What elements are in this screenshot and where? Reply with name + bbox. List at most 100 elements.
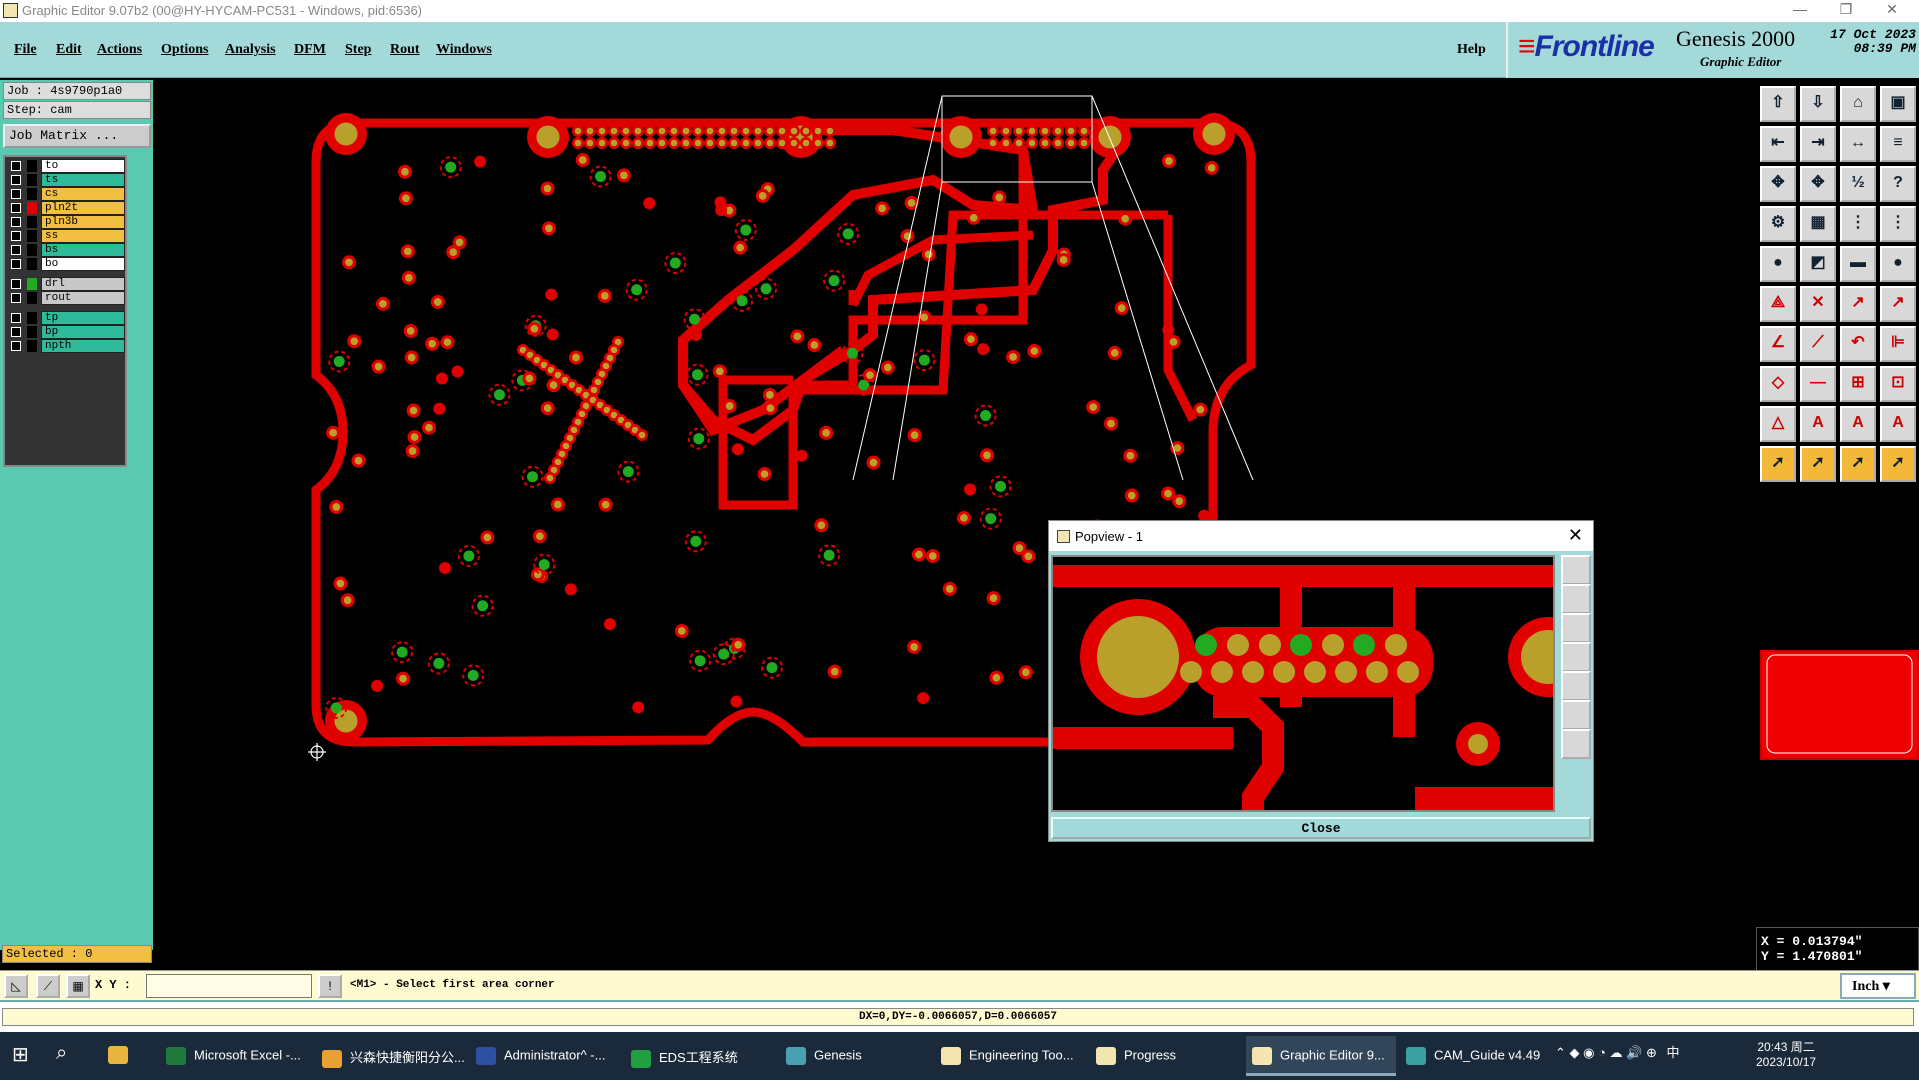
close-icon[interactable]: ✕ bbox=[1568, 525, 1583, 546]
tool-button-20-icon[interactable]: ● bbox=[1880, 246, 1916, 282]
layer-row-cs[interactable]: cs bbox=[7, 187, 125, 201]
unit-selector[interactable]: Inch ▾ bbox=[1840, 973, 1916, 999]
start-icon[interactable]: ⊞ bbox=[12, 1036, 40, 1076]
popview-close-button[interactable]: Close bbox=[1051, 817, 1591, 839]
menu-windows[interactable]: Windows bbox=[436, 42, 492, 58]
layer-row-pln2t[interactable]: pln2t bbox=[7, 201, 125, 215]
tool-button-33-icon[interactable]: △ bbox=[1760, 406, 1796, 442]
layer-checkbox[interactable] bbox=[11, 231, 21, 241]
layer-row-bs[interactable]: bs bbox=[7, 243, 125, 257]
file-explorer-icon[interactable] bbox=[108, 1036, 136, 1076]
tool-button-9-icon[interactable]: ✥ bbox=[1760, 166, 1796, 202]
tool-button-8-icon[interactable]: ≡ bbox=[1880, 126, 1916, 162]
tool-button-28-icon[interactable]: ⊫ bbox=[1880, 326, 1916, 362]
popview-canvas[interactable] bbox=[1051, 555, 1555, 812]
menu-help[interactable]: Help bbox=[1457, 42, 1486, 58]
tool-button-13-icon[interactable]: ⚙ bbox=[1760, 206, 1796, 242]
taskbar-item[interactable]: Engineering Too... bbox=[935, 1036, 1085, 1076]
draw-mode-icon[interactable]: ◺ bbox=[4, 974, 28, 998]
minimize-icon[interactable]: — bbox=[1780, 1, 1820, 17]
taskbar-item[interactable]: Progress bbox=[1090, 1036, 1240, 1076]
layer-row-to[interactable]: to bbox=[7, 159, 125, 173]
menu-analysis[interactable]: Analysis bbox=[225, 42, 276, 58]
popview-zoom-icon[interactable] bbox=[1561, 555, 1591, 585]
layer-checkbox[interactable] bbox=[11, 175, 21, 185]
tool-button-27-icon[interactable]: ↶ bbox=[1840, 326, 1876, 362]
menu-rout[interactable]: Rout bbox=[390, 42, 420, 58]
menu-dfm[interactable]: DFM bbox=[294, 42, 326, 58]
tool-button-17-icon[interactable]: ● bbox=[1760, 246, 1796, 282]
tool-button-25-icon[interactable]: ∠ bbox=[1760, 326, 1796, 362]
tool-button-16-icon[interactable]: ⋮ bbox=[1880, 206, 1916, 242]
info-icon[interactable]: ! bbox=[318, 974, 342, 998]
tool-button-36-icon[interactable]: A bbox=[1880, 406, 1916, 442]
tool-button-31-icon[interactable]: ⊞ bbox=[1840, 366, 1876, 402]
layer-checkbox[interactable] bbox=[11, 189, 21, 199]
tool-button-6-icon[interactable]: ⇥ bbox=[1800, 126, 1836, 162]
layer-checkbox[interactable] bbox=[11, 341, 21, 351]
tool-button-10-icon[interactable]: ✥ bbox=[1800, 166, 1836, 202]
taskbar-item[interactable]: Graphic Editor 9... bbox=[1246, 1036, 1396, 1076]
tool-button-4-icon[interactable]: ▣ bbox=[1880, 86, 1916, 122]
measure-mode-icon[interactable]: ⟋ bbox=[36, 974, 60, 998]
tool-button-2-icon[interactable]: ⇩ bbox=[1800, 86, 1836, 122]
layer-checkbox[interactable] bbox=[11, 245, 21, 255]
taskbar-item[interactable]: 兴森快捷衡阳分公... bbox=[316, 1036, 466, 1076]
clock[interactable]: 20:43 周二 2023/10/17 bbox=[1756, 1040, 1816, 1070]
layer-checkbox[interactable] bbox=[11, 279, 21, 289]
grid-icon[interactable]: ▦ bbox=[66, 974, 90, 998]
tray-icons[interactable]: ⌃ ◆ ◉ ◔ ☁ 🔊 ⊕ bbox=[1555, 1045, 1657, 1060]
menu-file[interactable]: File bbox=[14, 42, 37, 58]
tool-button-24-icon[interactable]: ↗ bbox=[1880, 286, 1916, 322]
layer-checkbox[interactable] bbox=[11, 161, 21, 171]
close-window-icon[interactable]: ✕ bbox=[1872, 1, 1912, 18]
popview-left-icon[interactable] bbox=[1561, 642, 1591, 672]
tool-button-5-icon[interactable]: ⇤ bbox=[1760, 126, 1796, 162]
tool-button-30-icon[interactable]: — bbox=[1800, 366, 1836, 402]
layer-row-ts[interactable]: ts bbox=[7, 173, 125, 187]
tool-button-1-icon[interactable]: ⇧ bbox=[1760, 86, 1796, 122]
job-matrix-button[interactable]: Job Matrix ... bbox=[3, 124, 151, 148]
layer-row-pln3b[interactable]: pln3b bbox=[7, 215, 125, 229]
tool-button-29-icon[interactable]: ◇ bbox=[1760, 366, 1796, 402]
taskbar-item[interactable]: Genesis bbox=[780, 1036, 930, 1076]
tool-button-14-icon[interactable]: ▦ bbox=[1800, 206, 1836, 242]
restore-icon[interactable]: ❐ bbox=[1826, 1, 1866, 18]
tool-button-35-icon[interactable]: A bbox=[1840, 406, 1876, 442]
menu-step[interactable]: Step bbox=[345, 42, 371, 58]
tool-button-7-icon[interactable]: ↔ bbox=[1840, 126, 1876, 162]
tool-button-26-icon[interactable]: ⟋ bbox=[1800, 326, 1836, 362]
layer-checkbox[interactable] bbox=[11, 203, 21, 213]
menu-edit[interactable]: Edit bbox=[56, 42, 82, 58]
tool-button-37-icon[interactable]: ➚ bbox=[1760, 446, 1796, 482]
search-icon[interactable]: ⌕ bbox=[56, 1036, 84, 1076]
tool-button-34-icon[interactable]: A bbox=[1800, 406, 1836, 442]
layer-row-npth[interactable]: npth bbox=[7, 339, 125, 353]
layer-checkbox[interactable] bbox=[11, 327, 21, 337]
tool-button-38-icon[interactable]: ➚ bbox=[1800, 446, 1836, 482]
ime-indicator[interactable]: 中 bbox=[1666, 1045, 1679, 1060]
taskbar-item[interactable]: Administrator^ -... bbox=[470, 1036, 620, 1076]
popview-up-icon[interactable] bbox=[1561, 584, 1591, 614]
layer-row-bp[interactable]: bp bbox=[7, 325, 125, 339]
layer-checkbox[interactable] bbox=[11, 313, 21, 323]
taskbar-item[interactable]: CAM_Guide v4.49 bbox=[1400, 1036, 1550, 1076]
layer-checkbox[interactable] bbox=[11, 293, 21, 303]
layer-checkbox[interactable] bbox=[11, 217, 21, 227]
menu-options[interactable]: Options bbox=[161, 42, 208, 58]
layer-row-bo[interactable]: bo bbox=[7, 257, 125, 271]
tool-button-39-icon[interactable]: ➚ bbox=[1840, 446, 1876, 482]
xy-input[interactable] bbox=[146, 974, 312, 998]
popview-down-icon[interactable] bbox=[1561, 613, 1591, 643]
layer-row-rout[interactable]: rout bbox=[7, 291, 125, 305]
taskbar-item[interactable]: Microsoft Excel -... bbox=[160, 1036, 310, 1076]
tool-button-18-icon[interactable]: ◩ bbox=[1800, 246, 1836, 282]
layer-row-ss[interactable]: ss bbox=[7, 229, 125, 243]
tool-button-3-icon[interactable]: ⌂ bbox=[1840, 86, 1876, 122]
overview-minimap[interactable] bbox=[1760, 650, 1919, 760]
layer-row-drl[interactable]: drl bbox=[7, 277, 125, 291]
popview-right-icon[interactable] bbox=[1561, 671, 1591, 701]
tool-button-19-icon[interactable]: ▬ bbox=[1840, 246, 1876, 282]
popview-fit-icon[interactable] bbox=[1561, 700, 1591, 730]
tool-button-40-icon[interactable]: ➚ bbox=[1880, 446, 1916, 482]
